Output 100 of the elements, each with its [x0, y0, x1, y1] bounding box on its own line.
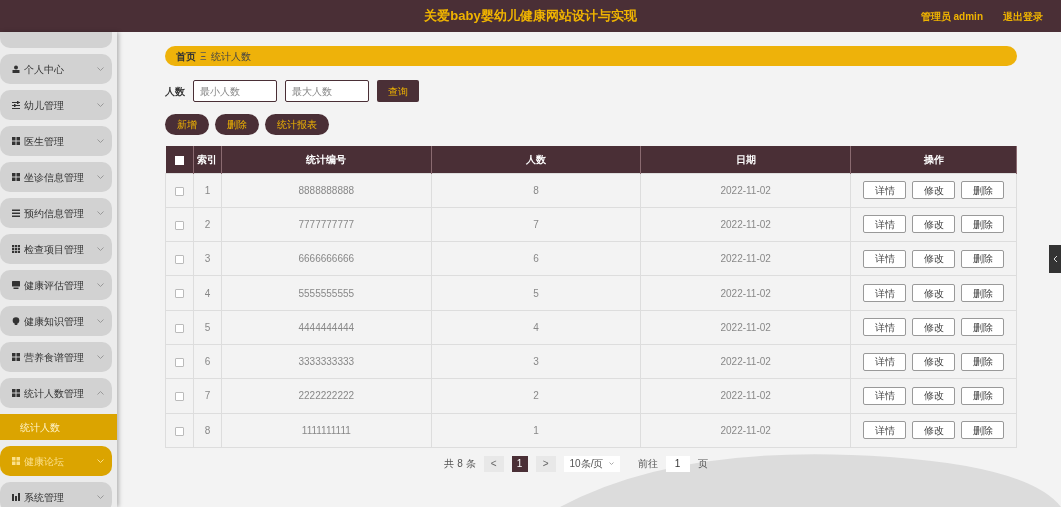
table-cell: 8888888888	[221, 173, 432, 208]
menu-item[interactable]: 预约信息管理	[0, 198, 112, 228]
edit-button[interactable]: 修改	[912, 352, 955, 371]
goto-page-field[interactable]: 1	[665, 455, 690, 472]
table-cell: 4444444444	[221, 310, 432, 345]
delete-button[interactable]: 删除	[961, 181, 1004, 200]
menu-item[interactable]: 检查项目管理	[0, 234, 112, 264]
table-cell: 3	[431, 344, 641, 379]
delete-button[interactable]: 删除	[961, 249, 1004, 268]
grid-icon	[12, 173, 20, 181]
menu-item[interactable]: 健康知识管理	[0, 306, 112, 336]
table-cell: 2022-11-02	[640, 207, 851, 242]
edit-button[interactable]: 修改	[912, 318, 955, 337]
table-cell: 1	[193, 173, 222, 208]
edit-button[interactable]: 修改	[912, 181, 955, 200]
row-checkbox[interactable]	[175, 186, 184, 196]
row-checkbox[interactable]	[175, 392, 184, 402]
table-cell: 3	[193, 241, 222, 276]
chevron-left-icon	[1052, 255, 1058, 263]
search-button[interactable]: 查询	[377, 80, 419, 102]
table-cell: 8	[431, 173, 641, 208]
row-checkbox[interactable]	[175, 358, 184, 367]
row-checkbox[interactable]	[175, 426, 184, 436]
person-icon	[12, 65, 20, 73]
max-count-field[interactable]: 最大人数	[285, 80, 369, 102]
details-button[interactable]: 详情	[863, 318, 906, 337]
grid-icon	[12, 389, 20, 397]
table-cell: 2022-11-02	[640, 275, 851, 311]
page-suffix: 页	[697, 457, 708, 472]
menu-item[interactable]: 统计人数管理	[0, 378, 112, 408]
menu-item[interactable]: 健康评估管理	[0, 270, 112, 300]
details-button[interactable]: 详情	[863, 386, 906, 405]
details-button[interactable]: 详情	[863, 421, 906, 440]
menu-item[interactable]: 坐诊信息管理	[0, 162, 112, 192]
goto-label: 前往	[637, 457, 658, 472]
report-button[interactable]: 统计报表	[265, 114, 329, 135]
row-checkbox[interactable]	[175, 220, 184, 230]
table-cell: 4	[193, 275, 222, 311]
details-button[interactable]: 详情	[863, 352, 906, 371]
menu-item[interactable]: 营养食谱管理	[0, 342, 112, 372]
column-header: 人数	[431, 146, 641, 173]
bulb-icon	[12, 317, 20, 325]
details-button[interactable]: 详情	[863, 181, 906, 200]
sliders-icon	[12, 101, 20, 109]
table-cell: 2	[193, 207, 222, 242]
menu-item[interactable]: 系统管理	[0, 482, 112, 507]
delete-button[interactable]: 删除	[961, 318, 1004, 337]
grid-icon	[12, 245, 20, 253]
next-page-button[interactable]: >	[535, 455, 556, 472]
count-label: 人数	[165, 84, 185, 99]
logout-link[interactable]: 退出登录	[1003, 8, 1043, 24]
edit-button[interactable]: 修改	[912, 215, 955, 234]
page-size-select[interactable]: 10条/页	[563, 455, 620, 472]
select-all-checkbox[interactable]	[174, 155, 184, 165]
add-button[interactable]: 新增	[165, 114, 209, 135]
details-button[interactable]: 详情	[863, 215, 906, 234]
breadcrumb-current: 统计人数	[210, 49, 251, 64]
menu-item[interactable]: 医生管理	[0, 126, 112, 156]
prev-page-button[interactable]: <	[483, 455, 504, 472]
delete-button[interactable]: 删除	[961, 215, 1004, 234]
delete-button[interactable]: 删除	[215, 114, 259, 135]
edit-button[interactable]: 修改	[912, 284, 955, 303]
edit-button[interactable]: 修改	[912, 421, 955, 440]
page-button[interactable]: 1	[511, 455, 528, 472]
table-cell: 3333333333	[221, 344, 432, 379]
chevron-down-icon	[608, 462, 614, 466]
delete-button[interactable]: 删除	[961, 284, 1004, 303]
table-cell: 2022-11-02	[640, 413, 851, 448]
row-checkbox[interactable]	[175, 323, 184, 333]
admin-label: 管理员 admin	[920, 9, 983, 24]
collapse-tab[interactable]	[1049, 245, 1061, 273]
table-cell: 5555555555	[221, 275, 432, 311]
menu-item[interactable]: 幼儿管理	[0, 90, 112, 120]
table-cell: 6	[431, 241, 641, 276]
delete-button[interactable]: 删除	[961, 421, 1004, 440]
edit-button[interactable]: 修改	[912, 386, 955, 405]
monitor-icon	[12, 281, 20, 289]
table-cell: 2222222222	[221, 378, 432, 414]
table-cell: 2	[431, 378, 641, 414]
details-button[interactable]: 详情	[863, 249, 906, 268]
delete-button[interactable]: 删除	[961, 386, 1004, 405]
table-cell: 7	[193, 378, 222, 414]
row-checkbox[interactable]	[175, 255, 184, 265]
breadcrumb-home[interactable]: 首页	[176, 48, 196, 64]
chart-icon	[12, 493, 20, 501]
delete-button[interactable]: 删除	[961, 352, 1004, 371]
site-title: 关爱baby婴幼儿健康网站设计与实现	[424, 7, 637, 26]
table-cell: 2022-11-02	[640, 241, 851, 276]
edit-button[interactable]: 修改	[912, 249, 955, 268]
row-checkbox[interactable]	[175, 289, 184, 299]
column-header: 统计编号	[221, 146, 432, 173]
min-count-field[interactable]: 最小人数	[193, 80, 277, 102]
total-count: 共 8 条	[444, 457, 476, 472]
details-button[interactable]: 详情	[863, 284, 906, 303]
table-cell: 1111111111	[221, 413, 432, 448]
breadcrumb-separator: Ξ	[200, 49, 207, 64]
menu-item[interactable]: 个人中心	[0, 54, 112, 84]
table-cell: 7	[431, 207, 641, 242]
table-cell: 4	[431, 310, 641, 345]
table-cell: 6	[193, 344, 222, 379]
